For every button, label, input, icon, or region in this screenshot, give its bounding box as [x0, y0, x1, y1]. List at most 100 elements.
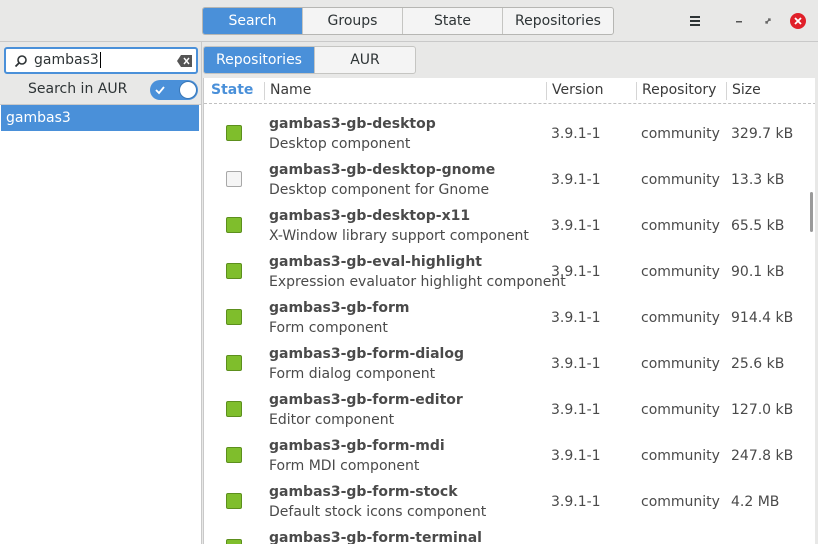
column-separator	[546, 82, 547, 100]
package-description: Desktop component for Gnome	[269, 182, 490, 198]
installed-checkbox[interactable]	[226, 171, 242, 187]
installed-checkbox[interactable]	[226, 309, 242, 325]
installed-checkbox[interactable]	[226, 355, 242, 371]
tab-repositories[interactable]: Repositories	[503, 8, 613, 34]
table-row[interactable]: gambas3-gb-desktop-gnome Desktop compone…	[204, 155, 815, 201]
installed-checkbox[interactable]	[226, 447, 242, 463]
package-name: gambas3-gb-eval-highlight	[269, 254, 482, 270]
package-version: 3.9.1-1	[551, 494, 601, 510]
package-description: Expression evaluator highlight component	[269, 274, 566, 290]
minimize-button[interactable]	[728, 10, 750, 32]
source-switcher: Repositories AUR	[203, 46, 416, 74]
package-name: gambas3-gb-desktop-x11	[269, 208, 471, 224]
package-name: gambas3-gb-form	[269, 300, 410, 316]
tab-source-repositories[interactable]: Repositories	[204, 47, 315, 73]
column-header-name[interactable]: Name	[270, 82, 311, 98]
package-repository: community	[641, 356, 720, 372]
package-name: gambas3-gb-form-mdi	[269, 438, 445, 454]
column-separator	[264, 82, 265, 100]
table-row[interactable]: gambas3-gb-form-editor Editor component …	[204, 385, 815, 431]
hamburger-menu-icon	[690, 16, 700, 26]
header-bar: Search Groups State Repositories	[0, 0, 818, 42]
minimize-icon	[736, 21, 742, 23]
package-version: 3.9.1-1	[551, 356, 601, 372]
column-header-version[interactable]: Version	[552, 82, 603, 98]
toggle-knob	[179, 81, 197, 99]
table-header: State Name Version Repository Size	[204, 78, 815, 104]
table-scrollbar[interactable]	[810, 192, 813, 232]
package-size: 914.4 kB	[731, 310, 794, 326]
checkmark-icon	[155, 86, 165, 95]
package-description: Desktop component	[269, 136, 411, 152]
clear-icon[interactable]	[177, 55, 192, 67]
search-panel: gambas3 Search in AUR	[0, 42, 202, 104]
tab-source-aur[interactable]: AUR	[315, 47, 415, 73]
column-separator	[636, 82, 637, 100]
package-version: 3.9.1-1	[551, 218, 601, 234]
package-size: 329.7 kB	[731, 126, 794, 142]
package-version: 3.9.1-1	[551, 126, 601, 142]
table-row[interactable]: gambas3-gb-form-mdi Form MDI component 3…	[204, 431, 815, 477]
restore-button[interactable]	[757, 10, 779, 32]
packages-table: State Name Version Repository Size gamba…	[203, 78, 815, 544]
package-size: 127.0 kB	[731, 402, 794, 418]
column-separator	[726, 82, 727, 100]
package-repository: community	[641, 264, 720, 280]
table-row[interactable]: gambas3-gb-desktop Desktop component 3.9…	[204, 109, 815, 155]
menu-button[interactable]	[684, 10, 706, 32]
installed-checkbox[interactable]	[226, 125, 242, 141]
installed-checkbox[interactable]	[226, 217, 242, 233]
package-repository: community	[641, 494, 720, 510]
package-version: 3.9.1-1	[551, 310, 601, 326]
search-history-list: gambas3	[0, 104, 201, 544]
table-row[interactable]: gambas3-gb-form Form component 3.9.1-1 c…	[204, 293, 815, 339]
table-row[interactable]: gambas3-gb-desktop-x11 X-Window library …	[204, 201, 815, 247]
table-row[interactable]: gambas3-gb-form-stock Default stock icon…	[204, 477, 815, 523]
package-repository: community	[641, 448, 720, 464]
package-version: 3.9.1-1	[551, 402, 601, 418]
tab-state[interactable]: State	[403, 8, 503, 34]
package-name: gambas3-gb-form-editor	[269, 392, 463, 408]
package-repository: community	[641, 172, 720, 188]
column-header-repository[interactable]: Repository	[642, 82, 716, 98]
installed-checkbox[interactable]	[226, 401, 242, 417]
tab-groups[interactable]: Groups	[303, 8, 403, 34]
package-size: 65.5 kB	[731, 218, 785, 234]
table-row[interactable]: gambas3-gb-form-dialog Form dialog compo…	[204, 339, 815, 385]
table-row[interactable]: gambas3-gb-form-terminal	[204, 523, 815, 544]
close-button[interactable]	[790, 13, 806, 29]
package-repository: community	[641, 126, 720, 142]
package-version: 3.9.1-1	[551, 172, 601, 188]
package-description: Form component	[269, 320, 388, 336]
package-description: Form dialog component	[269, 366, 436, 382]
restore-icon	[765, 18, 771, 24]
aur-search-toggle[interactable]	[150, 80, 198, 100]
package-size: 90.1 kB	[731, 264, 785, 280]
installed-checkbox[interactable]	[226, 493, 242, 509]
package-size: 13.3 kB	[731, 172, 785, 188]
installed-checkbox[interactable]	[226, 539, 242, 544]
column-header-state[interactable]: State	[211, 82, 253, 98]
package-repository: community	[641, 218, 720, 234]
search-history-item[interactable]: gambas3	[1, 105, 199, 131]
column-header-size[interactable]: Size	[732, 82, 761, 98]
tab-search[interactable]: Search	[203, 8, 303, 34]
aur-search-label: Search in AUR	[28, 81, 128, 97]
pane-separator[interactable]	[201, 42, 202, 544]
installed-checkbox[interactable]	[226, 263, 242, 279]
package-name: gambas3-gb-desktop-gnome	[269, 162, 496, 178]
table-row[interactable]: gambas3-gb-eval-highlight Expression eva…	[204, 247, 815, 293]
search-icon	[14, 55, 27, 68]
package-version: 3.9.1-1	[551, 264, 601, 280]
package-description: Editor component	[269, 412, 395, 428]
close-icon	[794, 17, 802, 25]
main-view-switcher: Search Groups State Repositories	[202, 7, 614, 35]
search-input-value: gambas3	[34, 52, 101, 68]
package-name: gambas3-gb-desktop	[269, 116, 436, 132]
package-version: 3.9.1-1	[551, 448, 601, 464]
package-name: gambas3-gb-form-dialog	[269, 346, 464, 362]
package-description: X-Window library support component	[269, 228, 529, 244]
package-repository: community	[641, 310, 720, 326]
package-size: 25.6 kB	[731, 356, 785, 372]
search-input[interactable]: gambas3	[4, 47, 198, 74]
